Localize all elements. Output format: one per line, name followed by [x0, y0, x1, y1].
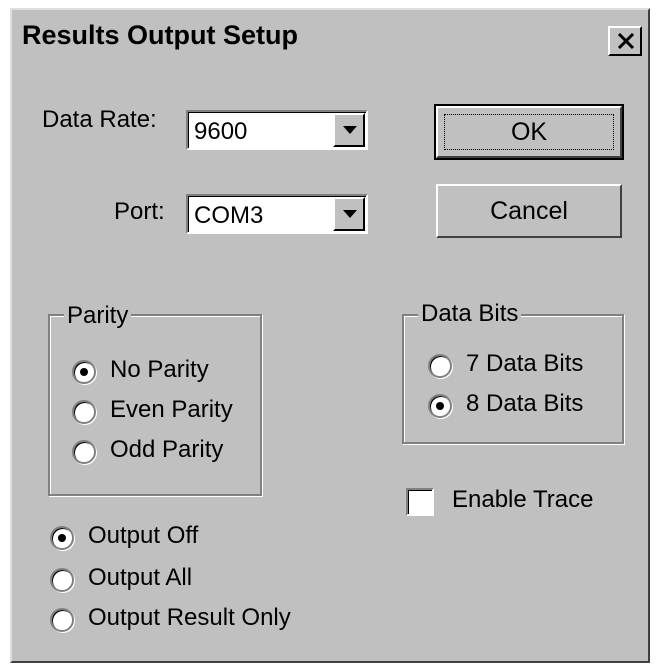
output-all-label[interactable]: Output All: [88, 564, 192, 592]
chevron-down-icon: [343, 126, 357, 134]
cancel-button[interactable]: Cancel: [436, 184, 622, 238]
data-rate-label: Data Rate:: [42, 106, 157, 133]
results-output-setup-dialog: Results Output Setup Data Rate: 9600 Por…: [10, 8, 650, 663]
enable-trace-checkbox[interactable]: [406, 488, 434, 516]
radio-selected-dot: [80, 368, 88, 376]
radio-selected-dot: [58, 534, 66, 542]
output-result-only-label[interactable]: Output Result Only: [88, 604, 291, 632]
data-rate-value: 9600: [194, 118, 248, 145]
close-icon: [617, 33, 635, 49]
output-all-radio[interactable]: [50, 568, 74, 592]
port-label: Port:: [114, 198, 165, 225]
ok-button[interactable]: OK: [434, 104, 624, 160]
even-parity-label[interactable]: Even Parity: [110, 396, 233, 424]
7-data-bits-label[interactable]: 7 Data Bits: [466, 350, 583, 378]
output-result-only-radio[interactable]: [50, 608, 74, 632]
output-off-radio[interactable]: [50, 526, 74, 550]
port-value: COM3: [194, 202, 264, 229]
port-select[interactable]: COM3: [186, 194, 368, 234]
cancel-button-label: Cancel: [490, 197, 568, 225]
data-rate-dropdown-button[interactable]: [333, 113, 365, 147]
output-off-label[interactable]: Output Off: [88, 522, 198, 550]
8-data-bits-label[interactable]: 8 Data Bits: [466, 390, 583, 418]
7-data-bits-radio[interactable]: [428, 354, 452, 378]
8-data-bits-radio[interactable]: [428, 394, 452, 418]
odd-parity-radio[interactable]: [72, 440, 96, 464]
title-bar[interactable]: Results Output Setup: [12, 10, 648, 70]
no-parity-radio[interactable]: [72, 360, 96, 384]
window-title: Results Output Setup: [22, 20, 298, 50]
parity-legend: Parity: [64, 302, 132, 330]
enable-trace-label[interactable]: Enable Trace: [452, 486, 593, 514]
ok-button-label: OK: [510, 118, 548, 146]
odd-parity-label[interactable]: Odd Parity: [110, 436, 223, 464]
data-bits-legend: Data Bits: [418, 300, 522, 328]
data-bits-group: [402, 314, 624, 444]
no-parity-label[interactable]: No Parity: [110, 356, 209, 384]
chevron-down-icon: [343, 210, 357, 218]
radio-selected-dot: [436, 402, 444, 410]
close-button[interactable]: [608, 26, 642, 56]
data-rate-select[interactable]: 9600: [186, 110, 368, 150]
port-dropdown-button[interactable]: [333, 197, 365, 231]
even-parity-radio[interactable]: [72, 400, 96, 424]
